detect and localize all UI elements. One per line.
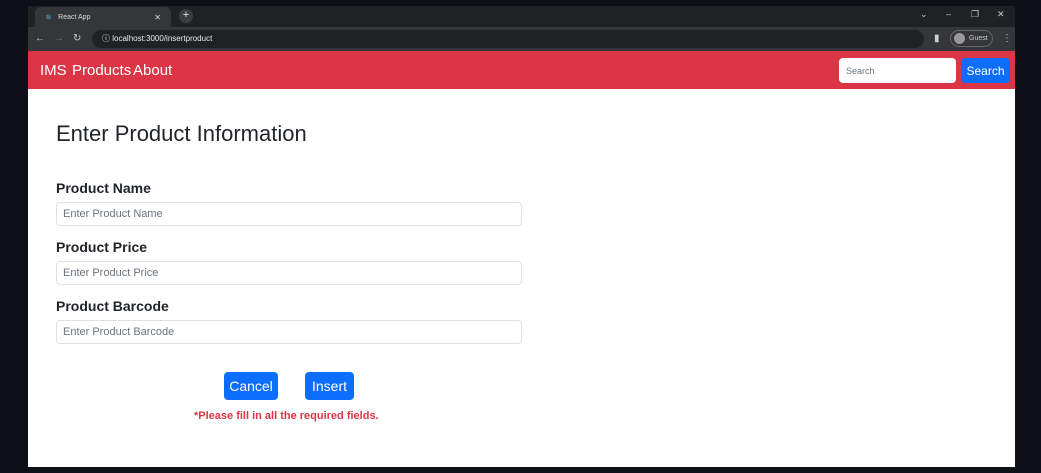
info-icon: ⓘ [102,34,113,43]
product-price-label: Product Price [56,239,148,255]
product-name-input[interactable] [56,202,522,226]
profile-button[interactable]: Guest [950,30,993,47]
product-name-label: Product Name [56,180,151,196]
restore-button[interactable]: ❐ [971,9,979,20]
tab-title: React App [58,13,91,21]
brand-link[interactable]: IMS [40,62,67,79]
product-barcode-label: Product Barcode [56,298,169,314]
minimize-button[interactable]: – [946,9,951,19]
side-panel-icon[interactable]: ▮ [934,33,940,44]
product-barcode-input[interactable] [56,320,522,344]
url-text: localhost:3000/insertproduct [112,34,213,43]
back-icon[interactable]: ← [35,33,45,44]
new-tab-button[interactable]: + [179,9,193,23]
tab-bar: ⚛ React App ✕ + ⌄ – ❐ ✕ [28,6,1015,27]
insert-button[interactable]: Insert [305,372,354,400]
product-price-input[interactable] [56,261,522,285]
browser-window: ⚛ React App ✕ + ⌄ – ❐ ✕ ← → ↻ ⓘ localhost:… [28,6,1015,467]
menu-icon[interactable]: ⋮ [1002,33,1012,44]
nav-products[interactable]: Products [72,62,131,79]
reload-icon[interactable]: ↻ [73,33,81,44]
search-input[interactable] [839,58,956,83]
error-message: *Please fill in all the required fields. [194,410,379,422]
react-icon: ⚛ [45,12,53,22]
browser-tab[interactable]: ⚛ React App ✕ [35,7,171,27]
address-bar-row: ← → ↻ ⓘ localhost:3000/insertproduct ▮ G… [28,27,1015,51]
nav-about[interactable]: About [133,62,172,79]
search-button[interactable]: Search [961,58,1010,83]
page-title: Enter Product Information [56,121,307,146]
navbar: IMS Products About Search [28,51,1015,89]
tab-search-icon[interactable]: ⌄ [920,9,928,20]
close-window-button[interactable]: ✕ [997,9,1005,20]
forward-icon[interactable]: → [54,33,64,44]
cancel-button[interactable]: Cancel [224,372,278,400]
url-bar[interactable]: ⓘ localhost:3000/insertproduct [92,30,924,48]
close-tab-icon[interactable]: ✕ [154,13,161,22]
